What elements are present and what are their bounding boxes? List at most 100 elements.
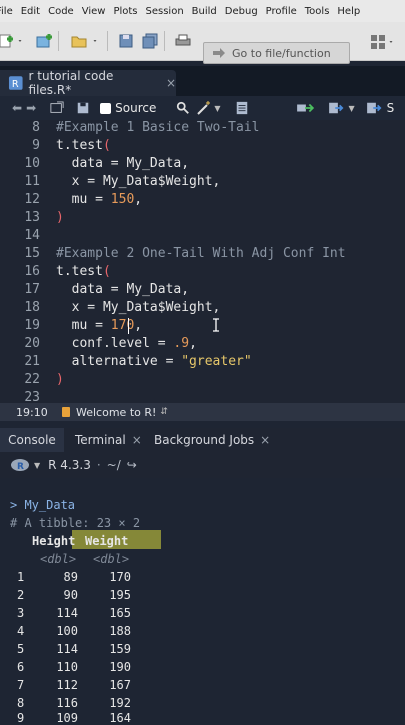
forward-arrow-icon[interactable]: ➡ [26, 101, 36, 115]
menu-session[interactable]: Session [146, 6, 184, 17]
row-index: 8 [17, 696, 25, 710]
r-version-label: R 4.3.3 [48, 458, 91, 472]
line-number: 22 [24, 372, 40, 387]
goto-file-function-input[interactable]: Go to file/function [203, 42, 350, 64]
new-file-icon[interactable] [0, 33, 14, 49]
column-header-height: Height [32, 534, 76, 548]
mouse-ibeam-icon [213, 318, 219, 332]
source-button-label[interactable]: S [387, 101, 395, 115]
run-line-icon[interactable] [295, 101, 315, 115]
code-line: t.test( [56, 138, 111, 153]
row-height: 112 [56, 678, 78, 692]
column-header-weight: Weight [85, 534, 129, 548]
save-all-icon[interactable] [142, 33, 158, 49]
tab-background-jobs[interactable]: Background Jobs × [154, 428, 270, 452]
code-line: alternative = "greater" [56, 354, 252, 369]
line-number: 17 [24, 282, 40, 297]
scope-label[interactable]: Welcome to R! [76, 406, 156, 419]
re-run-icon[interactable] [327, 101, 347, 115]
line-number: 9 [32, 138, 40, 153]
row-height: 90 [63, 588, 78, 602]
line-number: 10 [24, 156, 40, 171]
save-icon[interactable] [118, 33, 134, 49]
working-directory: ~/ [106, 458, 121, 472]
wand-dropdown-icon[interactable]: ▼ [214, 104, 220, 113]
menu-edit[interactable]: Edit [21, 6, 40, 17]
tab-terminal-close-icon[interactable]: × [132, 433, 142, 447]
row-height: 114 [56, 606, 78, 620]
console-tibble-line: # A tibble: 23 × 2 [10, 516, 141, 530]
column-type-height: <dbl> [40, 552, 77, 566]
print-icon[interactable] [175, 33, 191, 49]
tab-background-jobs-close-icon[interactable]: × [260, 433, 270, 447]
scope-badge-icon [62, 407, 70, 417]
source-on-save-checkbox[interactable] [100, 102, 112, 114]
path-separator: · [96, 458, 101, 472]
row-index: 3 [17, 606, 25, 620]
code-line: #Example 2 One-Tail With Adj Conf Int [56, 246, 346, 261]
source-run-icon[interactable] [365, 101, 385, 115]
row-weight: 159 [109, 642, 131, 656]
dropdown-arrow-icon[interactable] [18, 33, 26, 49]
new-project-icon[interactable] [36, 33, 52, 49]
dropdown-arrow-icon-3[interactable] [389, 34, 397, 50]
tab-terminal[interactable]: Terminal × [75, 428, 142, 452]
tab-console[interactable]: Console [0, 428, 64, 452]
row-height: 110 [56, 660, 78, 674]
editor-tab[interactable]: R r tutorial code files.R* × [0, 69, 176, 97]
goto-arrow-icon [213, 48, 225, 58]
code-line: conf.level = .9, [56, 336, 197, 351]
console-output[interactable]: > My_Data # A tibble: 23 × 2 Height Weig… [0, 478, 405, 725]
line-number: 21 [24, 354, 40, 369]
open-folder-icon[interactable] [69, 33, 89, 49]
back-arrow-icon[interactable]: ⬅ [12, 101, 22, 115]
row-weight: 167 [109, 678, 131, 692]
row-index: 9 [17, 711, 25, 725]
line-number: 14 [24, 228, 40, 243]
row-weight: 188 [109, 624, 131, 638]
toolbar-divider-3 [164, 31, 165, 51]
magic-wand-icon[interactable] [196, 100, 212, 116]
menu-tools[interactable]: Tools [305, 6, 330, 17]
toolbar-divider-2 [107, 31, 108, 51]
row-index: 6 [17, 660, 25, 674]
tab-terminal-label: Terminal [75, 433, 126, 447]
editor-tab-close-icon[interactable]: × [166, 76, 176, 90]
menu-code[interactable]: Code [48, 6, 74, 17]
menu-view[interactable]: View [82, 6, 106, 17]
compile-report-icon[interactable] [235, 101, 249, 115]
menu-profile[interactable]: Profile [266, 6, 297, 17]
editor-save-icon[interactable] [76, 101, 90, 115]
menu-debug[interactable]: Debug [225, 6, 258, 17]
dropdown-arrow-icon-2[interactable] [93, 33, 101, 49]
row-index: 5 [17, 642, 25, 656]
menu-plots[interactable]: Plots [113, 6, 137, 17]
code-line: mu = 170, [56, 318, 143, 333]
row-index: 7 [17, 678, 25, 692]
go-to-directory-icon[interactable]: ↪ [127, 458, 137, 472]
show-in-window-icon[interactable] [50, 101, 64, 115]
code-editor[interactable]: 8 #Example 1 Basice Two-Tail 9 t.test( 1… [0, 120, 405, 405]
menu-help[interactable]: Help [337, 6, 360, 17]
line-number: 8 [32, 120, 40, 135]
menu-build[interactable]: Build [192, 6, 217, 17]
text-cursor [128, 318, 129, 334]
find-icon[interactable] [176, 101, 190, 115]
row-index: 1 [17, 570, 25, 584]
editor-status-bar: 19:10 Welcome to R! ⇵ [0, 403, 405, 421]
r-file-icon: R [8, 76, 23, 90]
column-type-weight: <dbl> [93, 552, 130, 566]
row-index: 2 [17, 588, 25, 602]
grid-layout-icon[interactable] [370, 34, 386, 50]
scope-dropdown-icon[interactable]: ⇵ [160, 407, 168, 417]
code-line: x = My_Data$Weight, [56, 300, 221, 315]
code-line: data = My_Data, [56, 156, 190, 171]
re-run-dropdown-icon[interactable]: ▼ [349, 104, 355, 113]
tab-console-label: Console [8, 433, 56, 447]
r-version-dropdown-icon[interactable]: ▼ [34, 461, 40, 470]
line-number: 11 [24, 174, 40, 189]
goto-placeholder: Go to file/function [232, 46, 331, 60]
menu-file[interactable]: File [0, 6, 13, 17]
editor-tab-title: r tutorial code files.R* [28, 69, 114, 97]
code-line: ) [56, 210, 64, 225]
